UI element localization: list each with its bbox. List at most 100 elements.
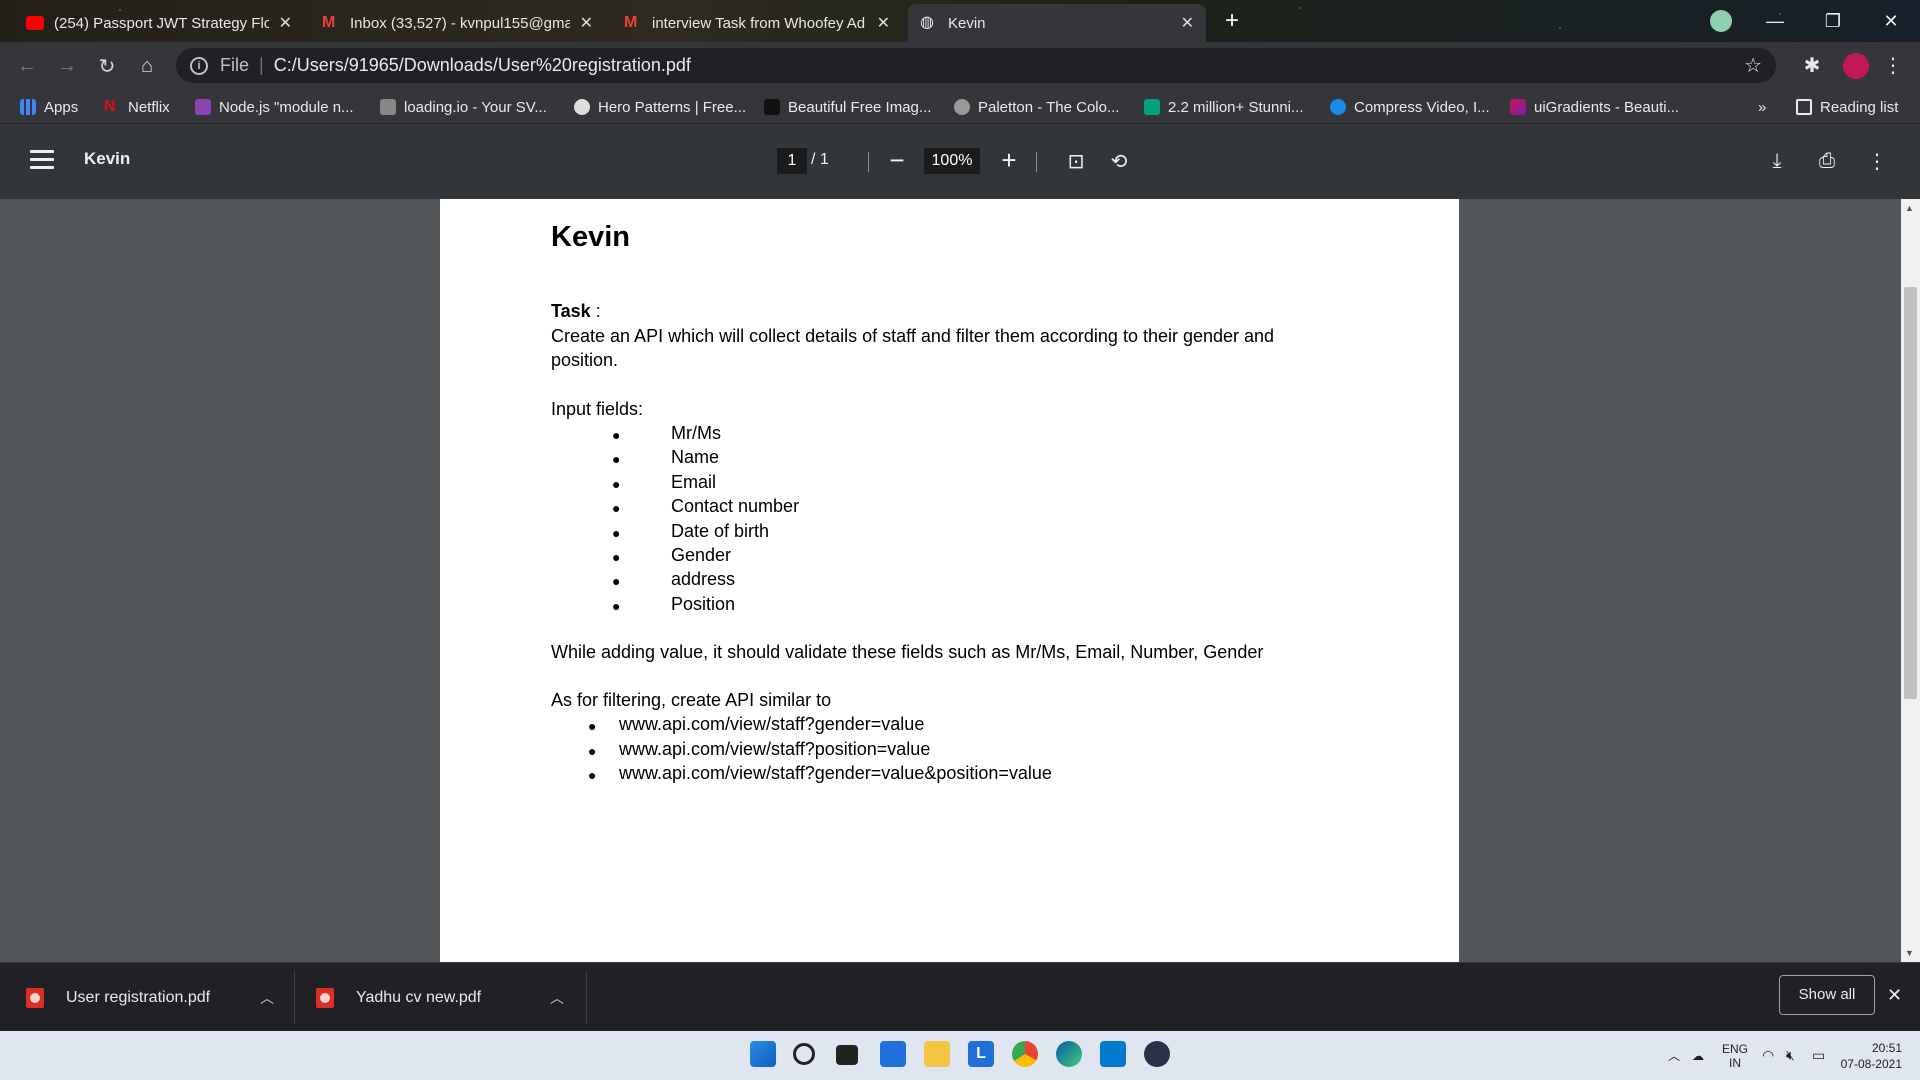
list-item: Date of birth	[671, 521, 770, 541]
list-item: Contact number	[671, 496, 800, 516]
minimize-button[interactable]: —	[1750, 0, 1800, 42]
bookmark-nodejs[interactable]: Node.js "module n...	[195, 96, 354, 118]
zoom-in-button[interactable]: +	[994, 145, 1024, 175]
bookmark-label: Hero Patterns | Free...	[598, 98, 747, 116]
task-description-cont: position.	[551, 350, 619, 370]
app-orb-icon[interactable]	[1144, 1041, 1170, 1067]
task-line: Task :	[551, 299, 601, 323]
bookmark-loadingio[interactable]: loading.io - Your SV...	[380, 96, 547, 118]
bookmark-compress-video[interactable]: Compress Video, I...	[1330, 96, 1490, 118]
address-bar[interactable]: i File | C:/Users/91965/Downloads/User%2…	[176, 48, 1776, 83]
tray-overflow-icon[interactable]: ︿	[1668, 1031, 1680, 1080]
page-number-input[interactable]: 1	[777, 148, 807, 174]
nodejs-icon	[195, 99, 211, 115]
filter-url: www.api.com/view/staff?position=value	[619, 739, 931, 759]
file-explorer-icon[interactable]	[924, 1041, 950, 1067]
scrollbar-thumb[interactable]	[1904, 287, 1917, 699]
back-button[interactable]: ←	[12, 51, 42, 81]
reload-button[interactable]: ↻	[92, 51, 122, 81]
chrome-menu-icon[interactable]: ⋮	[1880, 53, 1906, 79]
clock[interactable]: 20:51 07-08-2021	[1840, 1031, 1902, 1080]
download-item[interactable]: Yadhu cv new.pdf ︿	[316, 963, 576, 1032]
bookmark-unsplash[interactable]: Beautiful Free Imag...	[764, 96, 931, 118]
tab-interview-task[interactable]: M interview Task from Whoofey Ad ✕	[612, 4, 902, 42]
apps-grid-icon	[20, 99, 36, 115]
tab-passport-jwt[interactable]: (254) Passport JWT Strategy Flow ✕	[14, 4, 304, 42]
print-icon[interactable]: ⎙	[1812, 146, 1842, 176]
chevron-up-icon[interactable]: ︿	[550, 988, 564, 1008]
wifi-icon[interactable]: ◠	[1762, 1031, 1774, 1080]
bookmark-apps[interactable]: Apps	[20, 96, 78, 118]
filter-label: As for filtering, create API similar to	[551, 690, 832, 710]
bookmark-label: uiGradients - Beauti...	[1534, 98, 1680, 116]
download-filename: Yadhu cv new.pdf	[356, 988, 482, 1006]
tab-title: Kevin	[948, 14, 986, 32]
onedrive-icon[interactable]: ☁	[1692, 1031, 1704, 1080]
bookmark-label: Netflix	[128, 98, 170, 116]
vscode-icon[interactable]	[1100, 1041, 1126, 1067]
pdf-viewport[interactable]: Kevin Task : Create an API which will co…	[0, 199, 1920, 962]
list-item: Position	[671, 594, 736, 614]
profile-sync-icon[interactable]	[1710, 10, 1732, 32]
scroll-down-arrow-icon[interactable]: ▼	[1905, 948, 1914, 958]
zoom-level-input[interactable]: 100%	[924, 148, 980, 174]
menu-icon[interactable]	[30, 150, 54, 170]
reading-list-button[interactable]: Reading list	[1796, 96, 1898, 118]
download-icon[interactable]: ⤓	[1762, 146, 1792, 176]
bookmark-uigradients[interactable]: uiGradients - Beauti...	[1510, 96, 1679, 118]
app-l-icon[interactable]: L	[968, 1041, 994, 1067]
bookmarks-overflow-button[interactable]: »	[1758, 96, 1766, 118]
close-shelf-icon[interactable]: ✕	[1887, 985, 1902, 1006]
task-view-icon[interactable]	[836, 1045, 858, 1065]
rotate-icon[interactable]: ⟲	[1104, 146, 1134, 176]
scroll-up-arrow-icon[interactable]: ▲	[1905, 203, 1914, 213]
widgets-icon[interactable]	[880, 1041, 906, 1067]
home-button[interactable]: ⌂	[132, 51, 162, 81]
chevron-up-icon[interactable]: ︿	[260, 988, 274, 1008]
download-item[interactable]: User registration.pdf ︿	[26, 963, 286, 1032]
close-window-button[interactable]: ✕	[1866, 0, 1916, 42]
start-icon[interactable]	[750, 1041, 776, 1067]
more-actions-icon[interactable]: ⋮	[1862, 146, 1892, 176]
bookmark-label: 2.2 million+ Stunni...	[1168, 98, 1304, 116]
language-indicator[interactable]: ENG IN	[1722, 1031, 1748, 1080]
bullet: ●	[612, 451, 621, 467]
tab-kevin[interactable]: ◍ Kevin ✕	[908, 4, 1206, 42]
netflix-icon: N	[104, 98, 116, 115]
site-info-icon[interactable]: i	[190, 56, 208, 75]
divider	[868, 152, 869, 172]
bookmark-pexels[interactable]: 2.2 million+ Stunni...	[1144, 96, 1304, 118]
restore-button[interactable]: ❐	[1808, 0, 1858, 42]
cloud-icon	[1330, 99, 1346, 115]
bookmark-hero-patterns[interactable]: Hero Patterns | Free...	[574, 96, 746, 118]
bullet: ●	[612, 573, 621, 589]
bullet: ●	[612, 598, 621, 614]
extensions-icon[interactable]: ✱	[1799, 53, 1825, 79]
show-all-button[interactable]: Show all	[1779, 975, 1875, 1015]
divider	[1036, 152, 1037, 172]
forward-button[interactable]: →	[52, 51, 82, 81]
volume-muted-icon[interactable]: 🔇︎	[1786, 1031, 1795, 1080]
edge-icon[interactable]	[1056, 1041, 1082, 1067]
filter-url: www.api.com/view/staff?gender=value&posi…	[619, 763, 1052, 783]
tab-inbox[interactable]: M Inbox (33,527) - kvnpul155@gma ✕	[310, 4, 605, 42]
zoom-out-button[interactable]: −	[882, 145, 912, 175]
fit-to-page-icon[interactable]: ⊡	[1061, 146, 1091, 176]
close-tab-icon[interactable]: ✕	[1181, 13, 1194, 33]
bookmark-paletton[interactable]: Paletton - The Colo...	[954, 96, 1119, 118]
close-tab-icon[interactable]: ✕	[580, 13, 593, 33]
download-filename: User registration.pdf	[66, 988, 211, 1006]
bookmark-label: loading.io - Your SV...	[404, 98, 547, 116]
chrome-icon[interactable]	[1012, 1041, 1038, 1067]
divider	[586, 971, 587, 1024]
bookmark-netflix[interactable]: N Netflix	[104, 96, 170, 118]
close-tab-icon[interactable]: ✕	[279, 13, 292, 33]
profile-avatar[interactable]	[1843, 53, 1869, 79]
new-tab-button[interactable]: +	[1218, 8, 1246, 36]
url-text[interactable]: C:/Users/91965/Downloads/User%20registra…	[274, 55, 691, 76]
bookmark-star-icon[interactable]: ☆	[1744, 53, 1762, 78]
search-icon[interactable]	[793, 1043, 815, 1065]
close-tab-icon[interactable]: ✕	[877, 13, 890, 33]
vertical-scrollbar[interactable]: ▲ ▼	[1901, 199, 1920, 962]
battery-icon[interactable]: ▭	[1812, 1031, 1825, 1080]
